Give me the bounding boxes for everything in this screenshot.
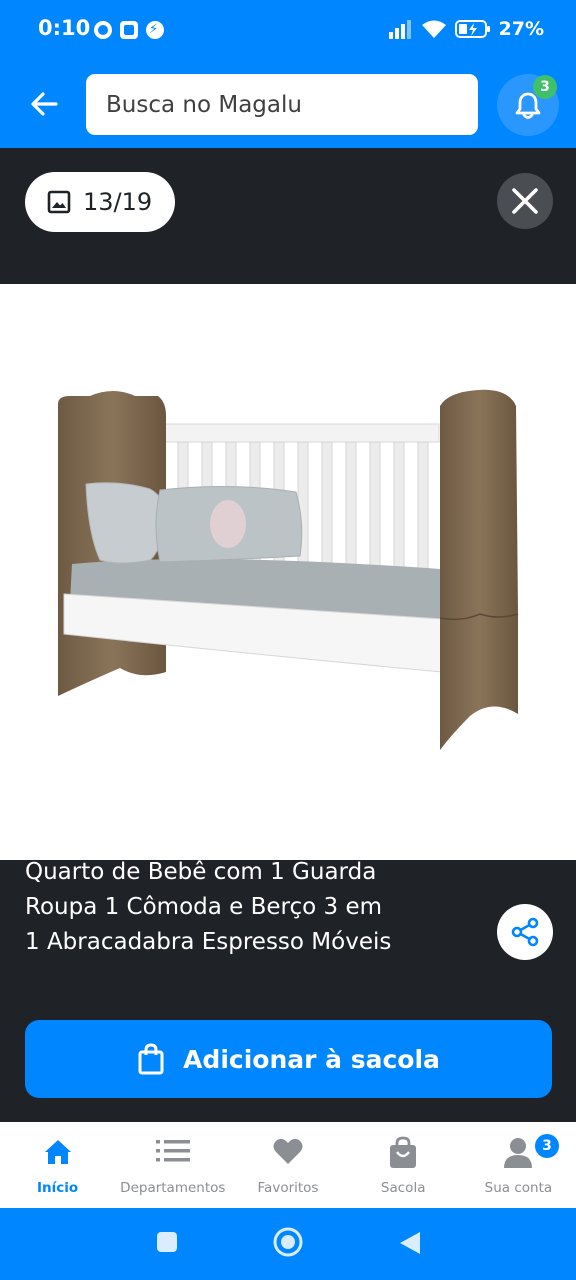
status-right: 27%	[388, 18, 544, 40]
battery-icon	[454, 20, 490, 38]
image-counter: 13/19	[25, 172, 175, 232]
nav-label: Sua conta	[484, 1180, 553, 1196]
shopping-bag-icon	[138, 1043, 164, 1075]
arrow-left-icon	[31, 92, 58, 116]
image-icon	[47, 190, 71, 214]
crib-image	[58, 389, 519, 750]
share-button[interactable]	[497, 904, 553, 960]
whatsapp-icon	[94, 21, 112, 39]
home-circle-icon[interactable]	[272, 1226, 304, 1258]
signal-icon	[388, 20, 411, 39]
nav-item-sua-conta[interactable]: Sua conta	[461, 1122, 576, 1208]
notification-badge: 3	[533, 75, 557, 99]
charging-icon: ⚡	[146, 21, 164, 39]
system-navigation-bar	[0, 1208, 576, 1280]
product-title-line: 1 Abracadabra Espresso Móveis	[25, 929, 392, 955]
search-input[interactable]	[86, 74, 478, 135]
product-title-line: Quarto de Bebê com 1 Guarda	[25, 859, 377, 885]
close-gallery-button[interactable]	[497, 173, 553, 229]
wifi-icon	[421, 20, 446, 38]
back-triangle-icon[interactable]	[398, 1230, 422, 1256]
nav-item-inicio[interactable]: Início	[0, 1122, 115, 1208]
bag-icon	[390, 1136, 417, 1168]
nav-label: Início	[37, 1180, 79, 1196]
nav-label: Favoritos	[257, 1180, 319, 1196]
bottom-navigation: Início Departamentos Favoritos Sacola Su…	[0, 1122, 576, 1208]
list-icon	[155, 1140, 190, 1162]
nav-item-sacola[interactable]: Sacola	[346, 1122, 461, 1208]
image-counter-text: 13/19	[83, 188, 153, 216]
nav-item-departamentos[interactable]: Departamentos	[115, 1122, 230, 1208]
product-title: Quarto de Bebê com 1 Guarda Roupa 1 Cômo…	[25, 855, 465, 960]
search-field[interactable]	[86, 74, 478, 135]
status-time: 0:10	[38, 16, 91, 40]
add-to-bag-label: Adicionar à sacola	[183, 1044, 440, 1074]
home-icon	[44, 1140, 71, 1164]
battery-percent: 27%	[498, 18, 544, 40]
heart-icon	[273, 1138, 303, 1164]
message-icon	[120, 21, 138, 39]
back-button[interactable]	[26, 86, 62, 122]
product-image[interactable]	[0, 284, 576, 860]
app-header: 0:10 ⚡ 27% Busca no Magalu 3	[0, 0, 576, 148]
account-badge: 3	[535, 1134, 559, 1158]
status-bar: 0:10 ⚡ 27%	[0, 0, 576, 60]
product-title-line: Roupa 1 Cômoda e Berço 3 em	[25, 894, 383, 920]
nav-label: Departamentos	[120, 1180, 226, 1196]
status-notification-icons: ⚡	[94, 21, 164, 39]
nav-label: Sacola	[380, 1180, 426, 1196]
add-to-bag-button[interactable]: Adicionar à sacola	[25, 1020, 552, 1098]
close-icon	[512, 188, 538, 214]
recents-icon[interactable]	[155, 1230, 179, 1254]
nav-item-favoritos[interactable]: Favoritos	[230, 1122, 345, 1208]
user-icon	[504, 1138, 533, 1168]
share-icon	[511, 917, 539, 947]
